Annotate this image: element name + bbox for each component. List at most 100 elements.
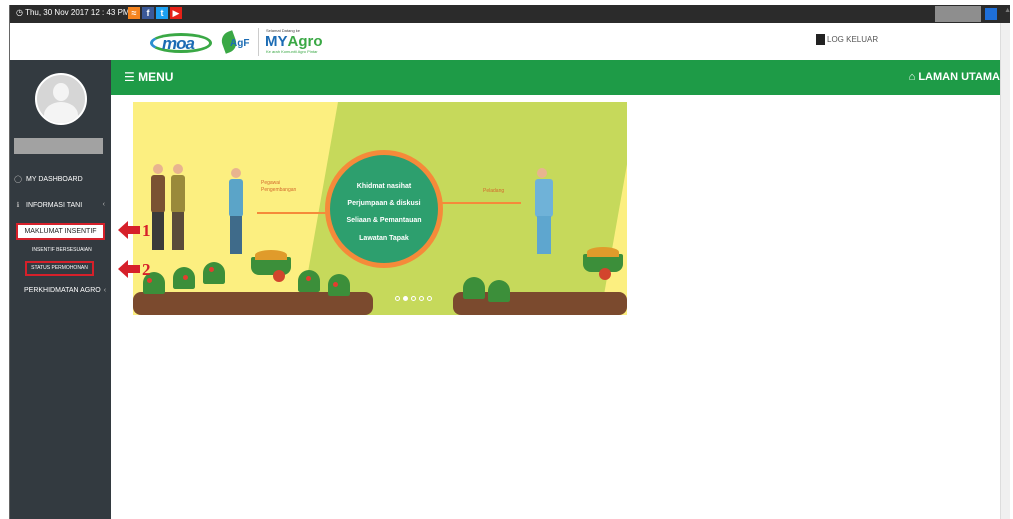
- hamburger-icon: ☰: [124, 70, 135, 84]
- tomato-plant: [203, 262, 225, 284]
- label-pegawai-line1: Pegawai: [261, 180, 281, 186]
- arrow-shaft: [128, 265, 140, 273]
- figure-legs: [537, 216, 551, 254]
- sidebar-subitem-label: STATUS PERMOHONAN: [31, 265, 88, 271]
- figure-body: [229, 179, 243, 217]
- sidebar-subitem-label: INSENTIF BERSESUAIAN: [32, 247, 92, 253]
- wheel-left: [273, 270, 285, 282]
- logout-link[interactable]: LOG KELUAR: [816, 34, 878, 45]
- social-links: ≈ f t ▶: [128, 7, 182, 19]
- clock-icon: ◷: [16, 8, 23, 17]
- service-line: Perjumpaan & diskusi: [347, 200, 421, 207]
- home-link[interactable]: ⌂ LAMAN UTAMA: [909, 71, 1000, 83]
- slide-dot[interactable]: [411, 296, 416, 301]
- figure-head: [173, 164, 183, 174]
- banner-slider[interactable]: Pegawai Pengembangan Peladang Khidmat nas…: [133, 102, 627, 315]
- moa-logo[interactable]: moa: [150, 30, 212, 54]
- chevron-left-icon: ‹: [103, 287, 107, 294]
- wheel-right: [599, 268, 611, 280]
- facebook-icon[interactable]: f: [142, 7, 154, 19]
- label-pegawai-line2: Pengembangan: [261, 187, 297, 193]
- service-line: Seliaan & Pemantauan: [346, 217, 422, 224]
- sidebar-item-perkhidmatan-agro[interactable]: PERKHIDMATAN AGRO ‹: [24, 287, 125, 294]
- tomato: [333, 282, 338, 287]
- logo-group: moa AgF Selamat Datang ke MYAgro Ke arah…: [150, 28, 345, 56]
- agf-logo[interactable]: AgF: [219, 30, 250, 54]
- topbar-gray-box: [935, 6, 981, 22]
- figure-legs: [172, 212, 184, 250]
- dirt-left: [255, 250, 287, 260]
- sidebar-item-label: PERKHIDMATAN AGRO: [24, 287, 101, 294]
- sidebar-item-label: MY DASHBOARD: [26, 176, 83, 183]
- youtube-icon[interactable]: ▶: [170, 7, 182, 19]
- sidebar: ◯ MY DASHBOARD ℹ INFORMASI TANI ‹ MAKLUMAT…: [10, 60, 111, 519]
- user-name-placeholder: [14, 138, 103, 154]
- tomato-plant: [328, 274, 350, 296]
- dirt-right: [587, 247, 619, 257]
- label-pegawai: Pegawai Pengembangan: [261, 180, 296, 194]
- sidebar-subitem-status-permohonan[interactable]: STATUS PERMOHONAN: [25, 261, 94, 276]
- figure-legs: [152, 212, 164, 250]
- figure-head: [153, 164, 163, 174]
- slide-dot[interactable]: [427, 296, 432, 301]
- figure-body: [171, 175, 185, 213]
- slide-indicators: [395, 296, 432, 301]
- figure-legs: [230, 216, 242, 254]
- topbar-blue-icon[interactable]: [985, 8, 997, 20]
- arrow-number: 2: [142, 259, 151, 279]
- tomato-plant: [298, 270, 320, 292]
- annotation-arrow-1: 1: [118, 221, 151, 239]
- figure-body: [535, 179, 553, 217]
- label-peladang: Peladang: [483, 188, 505, 194]
- seedling: [463, 277, 485, 299]
- slide-dot-active[interactable]: [403, 296, 408, 301]
- menu-toggle[interactable]: ☰ MENU: [124, 70, 173, 84]
- sidebar-subitem-maklumat-insentif[interactable]: MAKLUMAT INSENTIF: [16, 223, 105, 240]
- page-scrollbar[interactable]: ▲: [1000, 7, 1010, 519]
- connector-left: [257, 212, 327, 214]
- moa-logo-text: moa: [162, 34, 195, 53]
- figure-head: [537, 168, 547, 178]
- dashboard-icon: ◯: [14, 176, 22, 183]
- sidebar-item-informasi-tani[interactable]: ℹ INFORMASI TANI ‹: [10, 201, 111, 209]
- figure-head: [231, 168, 241, 178]
- rss-icon[interactable]: ≈: [128, 7, 140, 19]
- tomato: [183, 275, 188, 280]
- arrow-shaft: [128, 226, 140, 234]
- site-header: moa AgF Selamat Datang ke MYAgro Ke arah…: [10, 23, 1000, 60]
- browser-frame: ◷ Thu, 30 Nov 2017 12 : 43 PM ≈ f t ▶ mo…: [9, 5, 1010, 519]
- home-icon: ⌂: [908, 71, 916, 83]
- scroll-up-icon[interactable]: ▲: [1004, 7, 1010, 14]
- slide-dot[interactable]: [395, 296, 400, 301]
- service-line: Khidmat nasihat: [356, 183, 412, 190]
- twitter-icon[interactable]: t: [156, 7, 168, 19]
- avatar-head: [53, 83, 69, 101]
- tomato: [147, 278, 152, 283]
- logout-icon: [816, 34, 825, 45]
- annotation-arrow-2: 2: [118, 260, 151, 278]
- tomato: [306, 276, 311, 281]
- datetime: ◷ Thu, 30 Nov 2017 12 : 43 PM: [16, 8, 130, 17]
- connector-right: [441, 202, 521, 204]
- myagro-logo[interactable]: Selamat Datang ke MYAgro Ke arah Komunit…: [258, 28, 345, 56]
- slide-dot[interactable]: [419, 296, 424, 301]
- arrow-head-icon: [118, 260, 128, 278]
- sidebar-item-label: INFORMASI TANI: [26, 202, 83, 209]
- chevron-left-icon: ‹: [102, 201, 105, 208]
- myagro-title-my: MY: [265, 33, 288, 50]
- avatar-body: [44, 102, 78, 123]
- logout-label: LOG KELUAR: [827, 35, 879, 44]
- top-bar: ◷ Thu, 30 Nov 2017 12 : 43 PM ≈ f t ▶: [10, 5, 1010, 23]
- services-circle: Khidmat nasihat Perjumpaan & diskusi Sel…: [325, 150, 443, 268]
- menu-label: MENU: [138, 70, 174, 84]
- tomato-plant: [173, 267, 195, 289]
- myagro-title-agro: Agro: [287, 33, 323, 50]
- sidebar-subitem-insentif-bersesuaian[interactable]: INSENTIF BERSESUAIAN: [32, 247, 92, 253]
- datetime-text: Thu, 30 Nov 2017 12 : 43 PM: [25, 8, 130, 17]
- avatar[interactable]: [35, 73, 87, 125]
- service-line: Lawatan Tapak: [359, 235, 409, 242]
- sidebar-item-dashboard[interactable]: ◯ MY DASHBOARD: [10, 175, 111, 183]
- tomato: [209, 267, 214, 272]
- sidebar-subitem-label: MAKLUMAT INSENTIF: [24, 228, 97, 235]
- seedling: [488, 280, 510, 302]
